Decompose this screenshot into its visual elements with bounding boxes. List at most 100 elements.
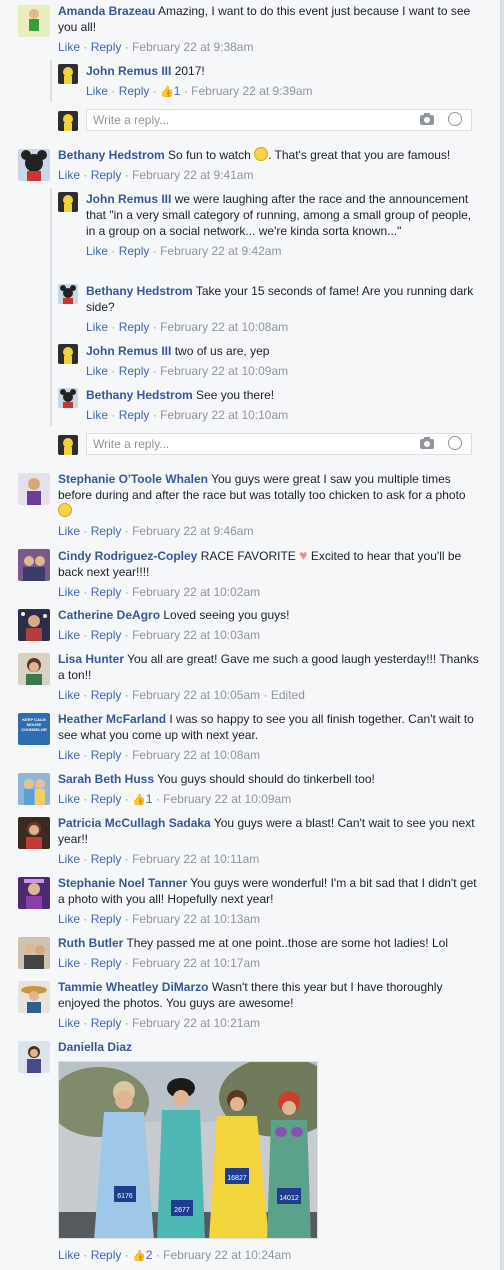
reply-link[interactable]: Reply: [91, 688, 122, 702]
commenter-name[interactable]: Amanda Brazeau: [58, 4, 155, 18]
reply-link[interactable]: Reply: [119, 244, 150, 258]
reply-link[interactable]: Reply: [119, 84, 150, 98]
commenter-name[interactable]: John Remus III: [86, 192, 171, 206]
like-link[interactable]: Like: [58, 912, 80, 926]
like-link[interactable]: Like: [58, 688, 80, 702]
reply-link[interactable]: Reply: [91, 628, 122, 642]
timestamp[interactable]: February 22 at 10:05am: [132, 688, 260, 702]
timestamp[interactable]: February 22 at 9:41am: [132, 168, 253, 182]
avatar[interactable]: [18, 1041, 50, 1073]
emoji-icon[interactable]: [448, 112, 462, 126]
like-link[interactable]: Like: [58, 1016, 80, 1030]
timestamp[interactable]: February 22 at 10:08am: [160, 320, 288, 334]
commenter-name[interactable]: Catherine DeAgro: [58, 608, 160, 622]
reply-link[interactable]: Reply: [91, 1248, 122, 1262]
commenter-name[interactable]: Patricia McCullagh Sadaka: [58, 816, 211, 830]
timestamp[interactable]: February 22 at 10:21am: [132, 1016, 260, 1030]
commenter-name[interactable]: Cindy Rodriguez-Copley: [58, 549, 197, 563]
commenter-name[interactable]: Lisa Hunter: [58, 652, 124, 666]
like-count[interactable]: 1: [146, 792, 153, 806]
timestamp[interactable]: February 22 at 10:10am: [160, 408, 288, 422]
commenter-name[interactable]: Sarah Beth Huss: [58, 772, 154, 786]
like-link[interactable]: Like: [58, 792, 80, 806]
reply-link[interactable]: Reply: [119, 408, 150, 422]
avatar[interactable]: [18, 473, 50, 505]
timestamp[interactable]: February 22 at 9:39am: [191, 84, 312, 98]
emoji-icon[interactable]: [448, 436, 462, 450]
reply-input[interactable]: Write a reply...: [86, 109, 472, 131]
commenter-name[interactable]: Daniella Diaz: [58, 1040, 132, 1054]
reply-link[interactable]: Reply: [91, 40, 122, 54]
like-link[interactable]: Like: [86, 408, 108, 422]
timestamp[interactable]: February 22 at 10:13am: [132, 912, 260, 926]
reply-link[interactable]: Reply: [91, 956, 122, 970]
avatar[interactable]: [18, 877, 50, 909]
avatar[interactable]: [18, 5, 50, 37]
commenter-name[interactable]: John Remus III: [86, 344, 171, 358]
avatar[interactable]: [58, 284, 78, 304]
like-link[interactable]: Like: [86, 364, 108, 378]
commenter-name[interactable]: Bethany Hedstrom: [86, 388, 193, 402]
timestamp[interactable]: February 22 at 9:42am: [160, 244, 281, 258]
reply-link[interactable]: Reply: [91, 792, 122, 806]
timestamp[interactable]: February 22 at 9:38am: [132, 40, 253, 54]
avatar[interactable]: [58, 64, 78, 84]
like-link[interactable]: Like: [58, 168, 80, 182]
like-link[interactable]: Like: [58, 40, 80, 54]
timestamp[interactable]: February 22 at 10:02am: [132, 585, 260, 599]
avatar[interactable]: [58, 192, 78, 212]
timestamp[interactable]: February 22 at 10:17am: [132, 956, 260, 970]
avatar[interactable]: [18, 937, 50, 969]
avatar[interactable]: KEEP CALM MOUSE COUNSELOR: [18, 713, 50, 745]
like-link[interactable]: Like: [58, 956, 80, 970]
avatar[interactable]: [58, 344, 78, 364]
reply-link[interactable]: Reply: [91, 585, 122, 599]
reply-link[interactable]: Reply: [119, 364, 150, 378]
like-link[interactable]: Like: [58, 628, 80, 642]
camera-icon[interactable]: [420, 437, 434, 449]
avatar[interactable]: [18, 817, 50, 849]
reply-link[interactable]: Reply: [91, 1016, 122, 1030]
commenter-name[interactable]: Stephanie Noel Tanner: [58, 876, 187, 890]
like-link[interactable]: Like: [58, 585, 80, 599]
commenter-name[interactable]: Tammie Wheatley DiMarzo: [58, 980, 208, 994]
reply-link[interactable]: Reply: [91, 852, 122, 866]
avatar[interactable]: [18, 981, 50, 1013]
timestamp[interactable]: February 22 at 10:24am: [163, 1248, 291, 1262]
reply-link[interactable]: Reply: [119, 320, 150, 334]
avatar[interactable]: [18, 149, 50, 181]
like-count[interactable]: 2: [146, 1248, 153, 1262]
timestamp[interactable]: February 22 at 10:09am: [160, 364, 288, 378]
reply-input[interactable]: Write a reply...: [86, 433, 472, 455]
like-link[interactable]: Like: [58, 1248, 80, 1262]
avatar[interactable]: [18, 653, 50, 685]
avatar[interactable]: [18, 549, 50, 581]
like-link[interactable]: Like: [86, 244, 108, 258]
comment-photo[interactable]: 6176 2677 16827 14012: [58, 1061, 318, 1239]
like-link[interactable]: Like: [58, 852, 80, 866]
timestamp[interactable]: February 22 at 10:09am: [163, 792, 291, 806]
timestamp[interactable]: February 22 at 10:11am: [132, 852, 259, 866]
camera-icon[interactable]: [420, 113, 434, 125]
avatar[interactable]: [58, 388, 78, 408]
commenter-name[interactable]: Bethany Hedstrom: [58, 148, 165, 162]
timestamp[interactable]: February 22 at 10:08am: [132, 748, 260, 762]
commenter-name[interactable]: Ruth Butler: [58, 936, 123, 950]
timestamp[interactable]: February 22 at 9:46am: [132, 524, 253, 538]
like-count[interactable]: 1: [174, 84, 181, 98]
reply-link[interactable]: Reply: [91, 524, 122, 538]
avatar[interactable]: [18, 609, 50, 641]
like-link[interactable]: Like: [86, 84, 108, 98]
like-link[interactable]: Like: [86, 320, 108, 334]
commenter-name[interactable]: Heather McFarland: [58, 712, 166, 726]
like-link[interactable]: Like: [58, 524, 80, 538]
like-link[interactable]: Like: [58, 748, 80, 762]
commenter-name[interactable]: Bethany Hedstrom: [86, 284, 193, 298]
timestamp[interactable]: February 22 at 10:03am: [132, 628, 260, 642]
commenter-name[interactable]: Stephanie O'Toole Whalen: [58, 472, 208, 486]
commenter-name[interactable]: John Remus III: [86, 64, 171, 78]
reply-link[interactable]: Reply: [91, 748, 122, 762]
reply-link[interactable]: Reply: [91, 168, 122, 182]
scrollbar-track[interactable]: [500, 0, 504, 1270]
edited-label[interactable]: Edited: [271, 688, 305, 702]
